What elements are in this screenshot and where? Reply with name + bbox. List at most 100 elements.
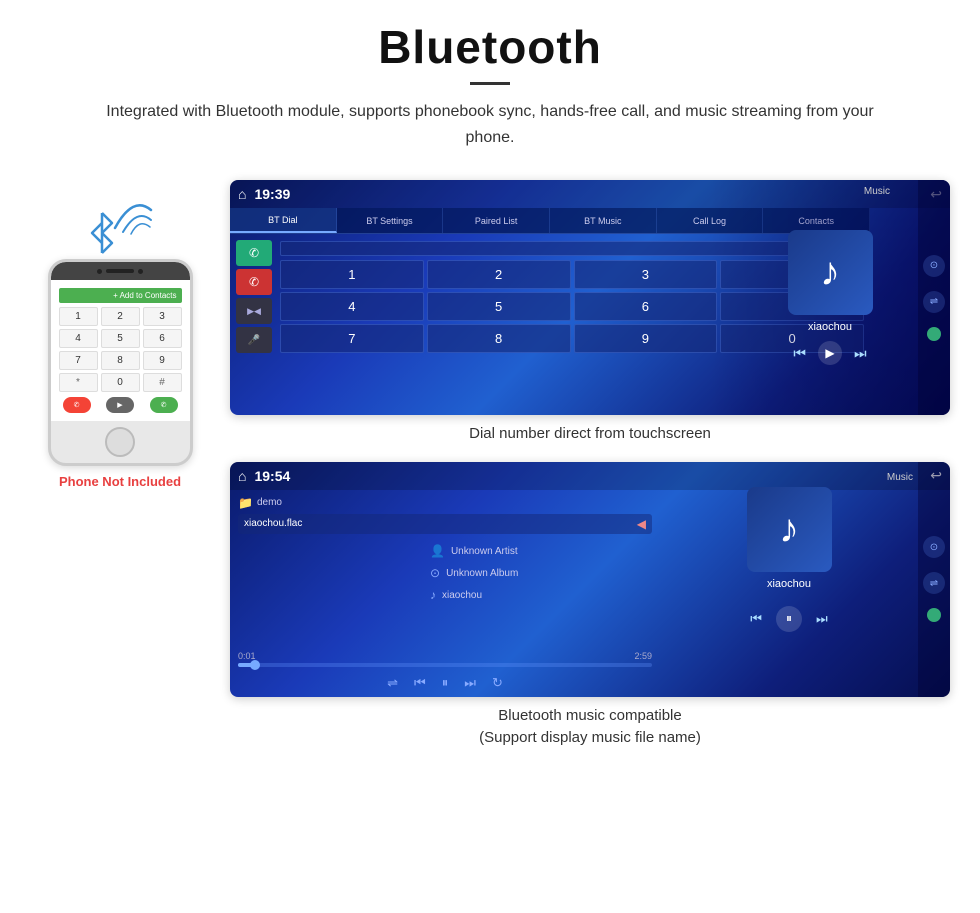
dialer-key-7[interactable]: 7 [59,351,98,370]
dialer-key-3[interactable]: 3 [143,307,182,326]
screen2-caption-line1: Bluetooth music compatible [498,707,681,724]
page-container: Bluetooth Integrated with Bluetooth modu… [0,0,980,790]
phone-bottom-buttons: ✆ ▶ ✆ [59,397,182,413]
tab-bt-dial[interactable]: BT Dial [230,208,337,233]
pause-button[interactable]: ⏸ [442,675,449,691]
prev-button-1[interactable]: ⏮ [793,345,806,362]
dialer-key-star[interactable]: * [59,373,98,392]
screenshots-column: ⌂ 19:39 ↩ BT Dial BT Settings Paired Lis… [230,180,950,750]
home-icon[interactable]: ⌂ [238,186,246,202]
content-area: + Add to Contacts 1 2 3 4 5 6 7 8 9 * 0 … [30,180,950,750]
screen1-wrapper: ⌂ 19:39 ↩ BT Dial BT Settings Paired Lis… [230,180,950,446]
music-label-2: Music [887,472,913,483]
sidebar-icon-arrows[interactable]: ⇌ [923,291,945,313]
album-row: ⊙ Unknown Album [430,566,660,580]
phone-mockup: + Add to Contacts 1 2 3 4 5 6 7 8 9 * 0 … [48,259,193,466]
prev-btn-2[interactable]: ⏮ [750,611,762,627]
next-btn-2[interactable]: ⏭ [816,611,828,627]
note-icon: ♪ [430,588,436,602]
music-note-icon-2: ♪ [779,507,799,552]
mute-button[interactable]: ▶◀ [236,298,272,324]
dialer-key-8[interactable]: 8 [101,351,140,370]
screen2-caption-line2: (Support display music file name) [479,729,701,746]
music-panel-right-2: Music ♪ xiaochou ⏮ ⏸ ⏭ [660,462,918,697]
screen1-caption: Dial number direct from touchscreen [230,423,950,446]
dial-key-5[interactable]: 5 [427,292,571,321]
dialer-key-9[interactable]: 9 [143,351,182,370]
next-track-button[interactable]: ⏭ [464,675,476,691]
music-title-2: xiaochou [767,578,811,590]
dial-key-2[interactable]: 2 [427,260,571,289]
sidebar-dot-2[interactable] [927,608,941,622]
track-title: xiaochou [442,590,482,601]
phone-call-button[interactable]: ✆ [150,397,178,413]
time-end: 2:59 [634,651,652,661]
sidebar-dot-1[interactable] [927,327,941,341]
disc-icon: ⊙ [430,566,440,580]
sidebar-icon-clock[interactable]: ⊙ [923,255,945,277]
phone-screen: + Add to Contacts 1 2 3 4 5 6 7 8 9 * 0 … [51,280,190,421]
sidebar-icon-clock-2[interactable]: ⊙ [923,536,945,558]
folder-name: demo [257,497,282,508]
tab-paired-list[interactable]: Paired List [443,208,550,233]
dial-key-9[interactable]: 9 [574,324,718,353]
phone-sensor [138,269,143,274]
dialer-key-1[interactable]: 1 [59,307,98,326]
dialer-key-2[interactable]: 2 [101,307,140,326]
dialer-key-6[interactable]: 6 [143,329,182,348]
car-screen-dial: ⌂ 19:39 ↩ BT Dial BT Settings Paired Lis… [230,180,950,415]
shuffle-button[interactable]: ⇌ [387,675,398,691]
call-buttons-column: ✆ ✆ ▶◀ 🎤 [236,240,272,353]
phone-camera [97,269,102,274]
repeat-button[interactable]: ↻ [492,675,503,691]
page-title: Bluetooth [30,20,950,74]
progress-dot[interactable] [250,660,260,670]
phone-not-included-label: Phone Not Included [59,474,181,489]
artist-row: 👤 Unknown Artist [430,544,660,558]
artist-name: Unknown Artist [451,546,518,557]
music-title-1: xiaochou [808,321,852,333]
dial-key-6[interactable]: 6 [574,292,718,321]
album-art-2: ♪ [747,487,832,572]
dialer-key-5[interactable]: 5 [101,329,140,348]
progress-track[interactable] [238,663,652,667]
phone-speaker-button[interactable]: ▶ [106,397,134,413]
progress-times: 0:01 2:59 [238,651,652,661]
dial-key-8[interactable]: 8 [427,324,571,353]
tab-bt-music[interactable]: BT Music [550,208,657,233]
music-note-icon-1: ♪ [820,250,840,295]
music-controls-1: ⏮ ▶ ⏭ [793,341,866,365]
phone-end-button[interactable]: ✆ [63,397,91,413]
mic-button[interactable]: 🎤 [236,327,272,353]
next-button-1[interactable]: ⏭ [854,345,867,362]
dial-key-1[interactable]: 1 [280,260,424,289]
hangup-button[interactable]: ✆ [236,269,272,295]
person-icon: 👤 [430,544,445,558]
phone-column: + Add to Contacts 1 2 3 4 5 6 7 8 9 * 0 … [30,180,210,489]
prev-track-button[interactable]: ⏮ [414,675,426,691]
sidebar-icon-arrows-2[interactable]: ⇌ [923,572,945,594]
tab-bt-settings[interactable]: BT Settings [337,208,444,233]
signal-arcs-icon [105,190,160,235]
play-button-1[interactable]: ▶ [818,341,842,365]
subtitle: Integrated with Bluetooth module, suppor… [80,99,900,150]
home-icon-2[interactable]: ⌂ [238,468,246,484]
album-art-1: ♪ [788,230,873,315]
screen2-caption-1: Bluetooth music compatible (Support disp… [230,705,950,750]
dialer-key-0[interactable]: 0 [101,373,140,392]
phone-top-bar [51,262,190,280]
screen2-wrapper: ⌂ 19:54 ↩ 📁 demo xiaochou.flac ◀ [230,462,950,750]
title-divider [470,82,510,85]
dialer-key-4[interactable]: 4 [59,329,98,348]
phone-home-button[interactable] [105,427,135,457]
dial-key-4[interactable]: 4 [280,292,424,321]
phone-speaker [106,269,134,273]
pause-btn-2[interactable]: ⏸ [776,606,802,632]
music-label-1: Music [864,186,890,197]
dialer-key-hash[interactable]: # [143,373,182,392]
dial-key-7[interactable]: 7 [280,324,424,353]
album-name: Unknown Album [446,568,518,579]
dial-key-3[interactable]: 3 [574,260,718,289]
music-panel-right-1: Music ♪ xiaochou ⏮ ▶ ⏭ [710,180,950,415]
answer-button[interactable]: ✆ [236,240,272,266]
